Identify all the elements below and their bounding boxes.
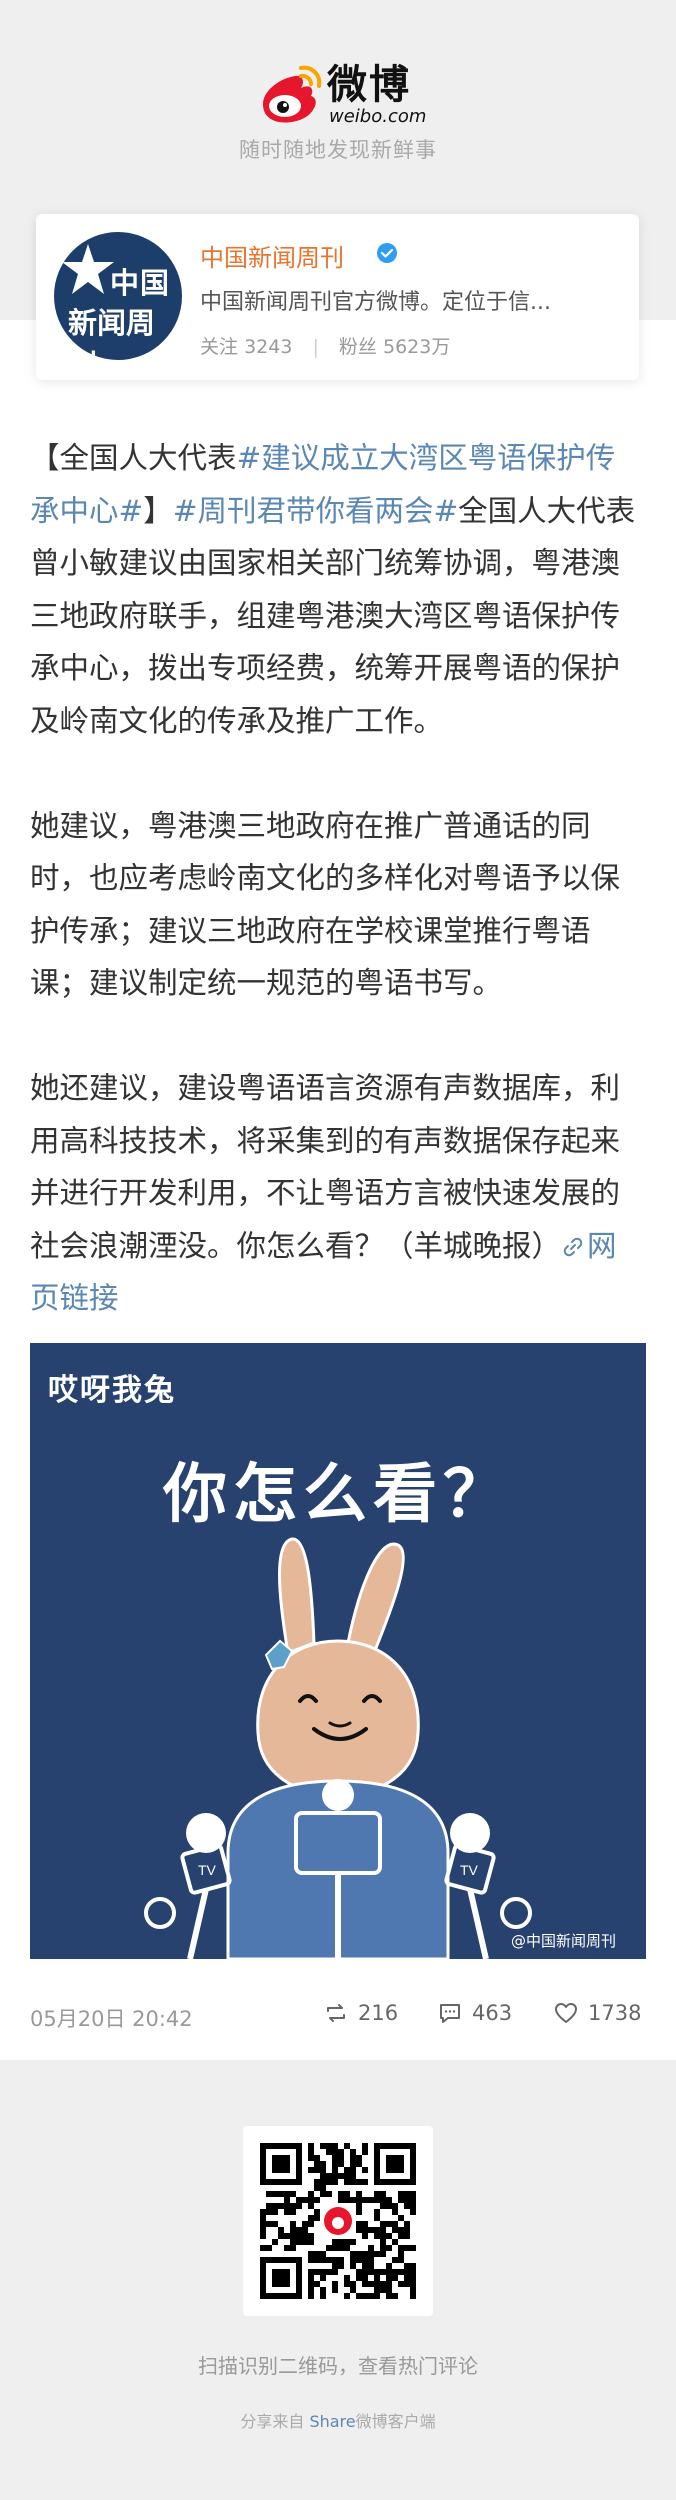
avatar-text-line2: 新闻周刊 [68,306,156,360]
weibo-eye-icon [263,65,322,123]
share-source: 分享来自 Share微博客户端 [0,2408,676,2432]
avatar[interactable]: 中国 新闻周刊 [54,232,182,360]
mic-label: TV [198,1862,217,1878]
post-time: 05月20日 20:42 [30,2007,193,2031]
followers-count: 5623万 [382,336,451,358]
account-name[interactable]: 中国新闻周刊 [200,238,344,273]
share-link[interactable]: Share [309,2412,355,2431]
qr-code [243,2126,433,2316]
heart-icon [555,2003,577,2023]
logo-domain: weibo.com [329,106,427,127]
text-segment: 】 [143,493,173,528]
paragraph-1: 【全国人大代表#建议成立大湾区粤语保护传承中心#】#周刊君带你看两会#全国人大代… [30,432,640,747]
scan-hint: 扫描识别二维码，查看热门评论 [198,2354,478,2378]
text-segment: 她还建议，建设粤语语言资源有声数据库，利用高科技技术，将采集到的有声数据保存起来… [30,1071,621,1263]
repost-count: 216 [358,2001,399,2025]
comment-icon [440,2004,460,2023]
paragraph-2: 她建议，粤港澳三地政府在推广普通话的同时，也应考虑岭南文化的多样化对粤语予以保护… [30,808,621,1001]
weibo-logo: 微博 weibo.com [255,62,427,128]
image-tag: 哎呀我兔 [48,1373,176,1408]
share-header: 微博 weibo.com 随时随地发现新鲜事 [0,0,676,215]
text-segment: 【全国人大代表 [30,441,237,475]
verified-badge-icon [377,243,397,263]
link-icon [563,1237,583,1256]
share-footer: 扫描识别二维码，查看热门评论 分享来自 Share微博客户端 [0,2060,676,2500]
image-title: 你怎么看？ [163,1458,513,1532]
star-icon [62,244,114,294]
repost-icon [327,2004,345,2022]
mic-label: TV [460,1862,479,1878]
following-count: 3243 [244,336,293,358]
qr-code-image [260,2143,416,2299]
share-prefix: 分享来自 [240,2412,310,2431]
image-watermark: @中国新闻周刊 [510,1932,616,1950]
paragraph-3: 她还建议，建设粤语语言资源有声数据库，利用高科技技术，将采集到的有声数据保存起来… [30,1062,640,1325]
account-description: 中国新闻周刊官方微博。定位于信... [200,290,551,315]
tagline: 随时随地发现新鲜事 [239,138,437,162]
followers-label: 粉丝 [338,336,377,358]
account-stats: 关注 3243 | 粉丝 5623万 [200,332,450,359]
avatar-text-line1: 中国 [110,266,171,300]
share-suffix: 微博客户端 [355,2412,436,2431]
text-segment: 全国人大代表曾小敏建议由国家相关部门统筹协调，粤港澳三地政府联手，组建粤港澳大湾… [30,493,636,738]
post-meta: 05月20日 20:42 216 463 1738 [30,2001,646,2043]
post-content: 【全国人大代表#建议成立大湾区粤语保护传承中心#】#周刊君带你看两会#全国人大代… [30,432,640,1377]
rabbit-illustration: TV TV [144,1537,532,1959]
like-button[interactable]: 1738 [554,2001,641,2025]
following-label: 关注 [200,336,239,358]
account-card[interactable]: 中国 新闻周刊 中国新闻周刊 中国新闻周刊官方微博。定位于信... 关注 324… [36,214,639,380]
post-image[interactable]: 哎呀我兔 你怎么看？ TV TV @中国新闻周刊 [30,1343,646,1959]
logo-text: 微博 [327,62,411,108]
repost-button[interactable]: 216 [324,2001,398,2025]
comment-count: 463 [472,2001,513,2025]
comment-button[interactable]: 463 [438,2001,512,2025]
like-count: 1738 [588,2001,642,2025]
post-body: 【全国人大代表#建议成立大湾区粤语保护传承中心#】#周刊君带你看两会#全国人大代… [0,320,676,2060]
stats-separator: | [312,336,319,358]
topic-link-lianghui[interactable]: #周刊君带你看两会# [173,494,458,528]
